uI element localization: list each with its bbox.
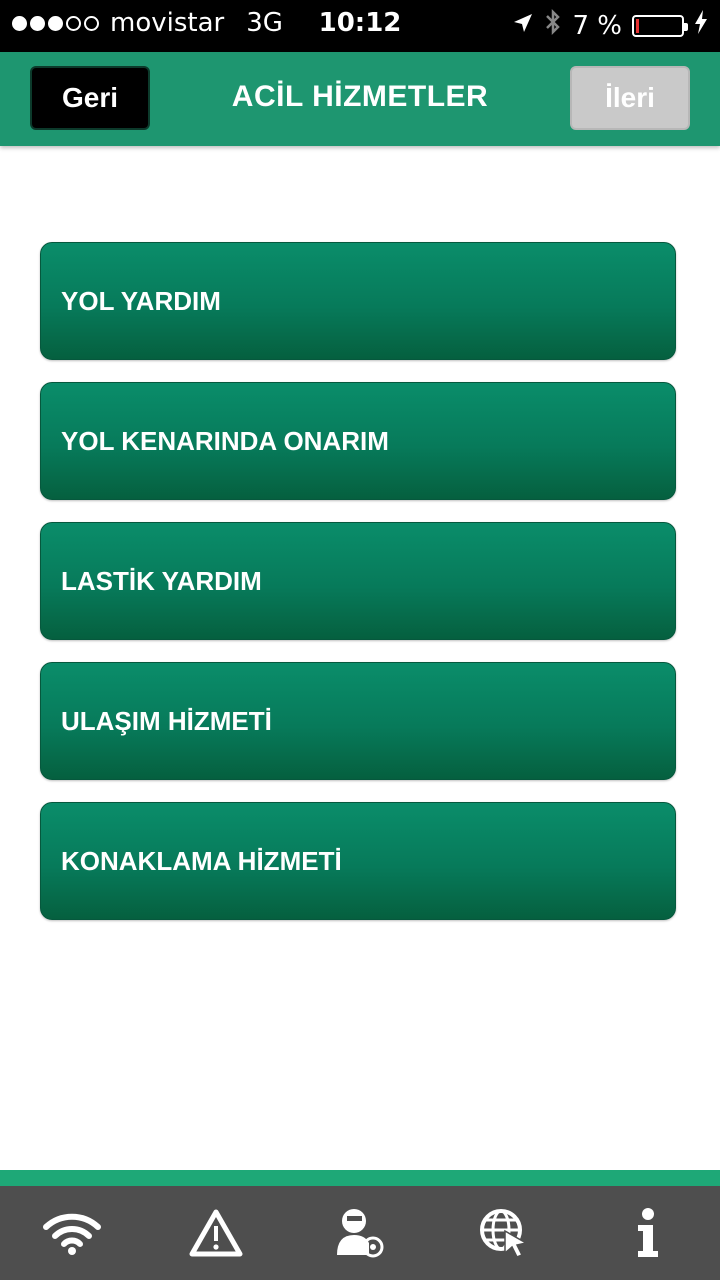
tab-wifi[interactable] (27, 1193, 117, 1273)
status-bar: movistar 3G 10:12 7 % (0, 0, 720, 52)
bottom-accent-line (0, 1170, 720, 1186)
wifi-icon (42, 1211, 102, 1255)
tab-user-settings[interactable] (315, 1193, 405, 1273)
tab-web[interactable] (459, 1193, 549, 1273)
next-button[interactable]: İleri (570, 66, 690, 130)
nav-bar: Geri ACİL HİZMETLER İleri (0, 52, 720, 146)
menu-item-tire-assistance[interactable]: LASTİK YARDIM (40, 522, 676, 640)
battery-icon (632, 14, 688, 37)
menu-item-road-assistance[interactable]: YOL YARDIM (40, 242, 676, 360)
service-menu: YOL YARDIM YOL KENARINDA ONARIM LASTİK Y… (40, 242, 676, 942)
location-arrow-icon (512, 11, 534, 41)
tab-warning[interactable] (171, 1193, 261, 1273)
tab-bar (0, 1186, 720, 1280)
status-right: 7 % (502, 8, 708, 43)
menu-item-accommodation-service[interactable]: KONAKLAMA HİZMETİ (40, 802, 676, 920)
back-button[interactable]: Geri (30, 66, 150, 130)
bluetooth-icon (544, 8, 562, 43)
page-title: ACİL HİZMETLER (231, 80, 489, 113)
menu-item-roadside-repair[interactable]: YOL KENARINDA ONARIM (40, 382, 676, 500)
globe-cursor-icon (478, 1207, 530, 1259)
menu-item-transport-service[interactable]: ULAŞIM HİZMETİ (40, 662, 676, 780)
info-icon (633, 1207, 663, 1259)
battery-percent: 7 % (572, 10, 622, 41)
warning-icon (189, 1209, 243, 1257)
tab-info[interactable] (603, 1193, 693, 1273)
charging-bolt-icon (694, 10, 708, 41)
user-settings-icon (335, 1207, 385, 1259)
